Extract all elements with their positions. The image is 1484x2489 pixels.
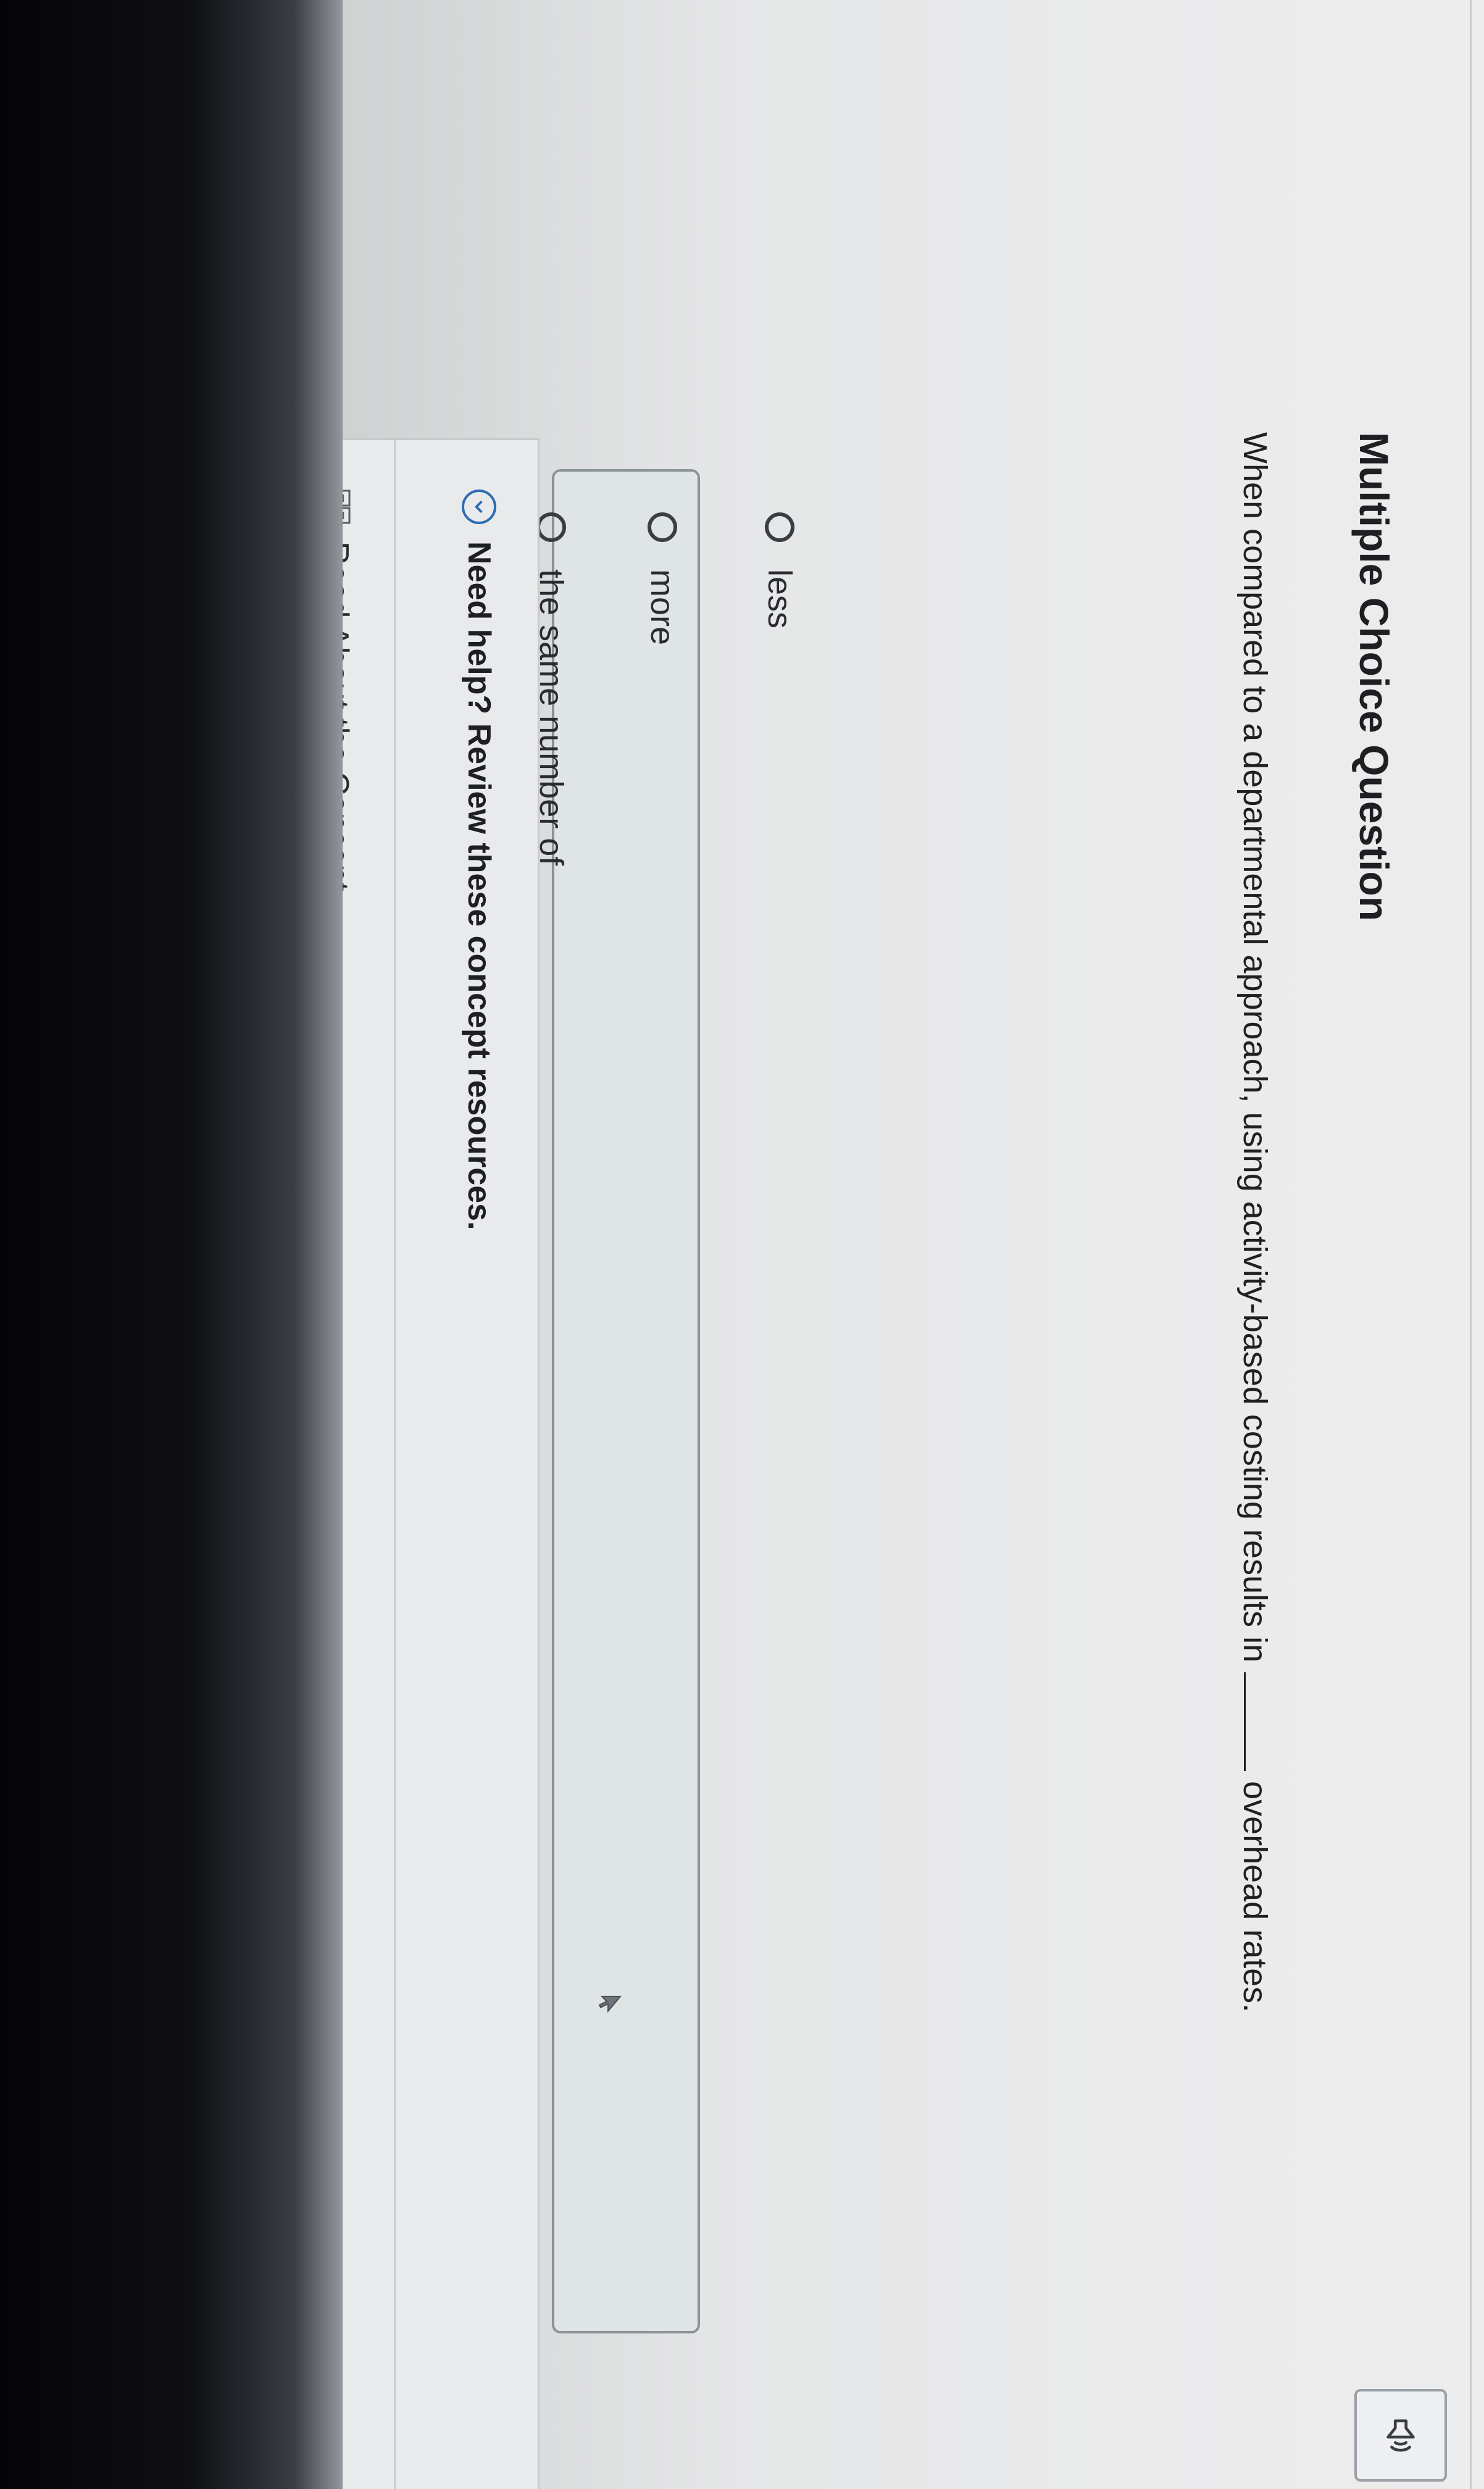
stem-text-before: When compared to a departmental approach… — [1236, 432, 1273, 1663]
option-label: less — [761, 569, 798, 629]
stem-text-after: overhead rates. — [1236, 1781, 1273, 2013]
monitor-bezel — [0, 0, 346, 2489]
option-less[interactable]: less — [761, 512, 799, 628]
question-title: Multiple Choice Question — [1351, 432, 1397, 922]
radio-button[interactable] — [765, 512, 794, 542]
book-icon — [343, 490, 351, 524]
screen: Multiple Choice Question When compared t… — [343, 0, 1484, 2489]
audio-button[interactable] — [1354, 2389, 1447, 2482]
chevron-down-icon — [475, 501, 483, 513]
header-divider — [1470, 0, 1472, 2489]
help-toggle[interactable]: Need help? Review these concept resource… — [461, 490, 498, 1230]
answer-blank — [1244, 1672, 1246, 1772]
question-stem: When compared to a departmental approach… — [1236, 432, 1274, 2012]
chevron-circle-icon[interactable] — [462, 490, 496, 524]
question-page: Multiple Choice Question When compared t… — [343, 0, 1484, 2489]
radio-button[interactable] — [648, 512, 677, 542]
option-more[interactable]: more — [643, 512, 682, 645]
option-more-highlight[interactable] — [552, 469, 700, 2333]
help-divider — [394, 440, 396, 2489]
radio-button[interactable] — [536, 512, 566, 542]
read-about-concept-link[interactable]: Read About the Concept — [343, 490, 356, 891]
mouse-cursor-icon — [598, 1996, 622, 2013]
help-panel: Need help? Review these concept resource… — [343, 438, 540, 2489]
speaker-icon — [1386, 2419, 1415, 2452]
help-header-text: Need help? Review these concept resource… — [461, 541, 497, 1230]
read-about-concept-label: Read About the Concept — [343, 541, 355, 891]
option-label: more — [644, 569, 681, 646]
